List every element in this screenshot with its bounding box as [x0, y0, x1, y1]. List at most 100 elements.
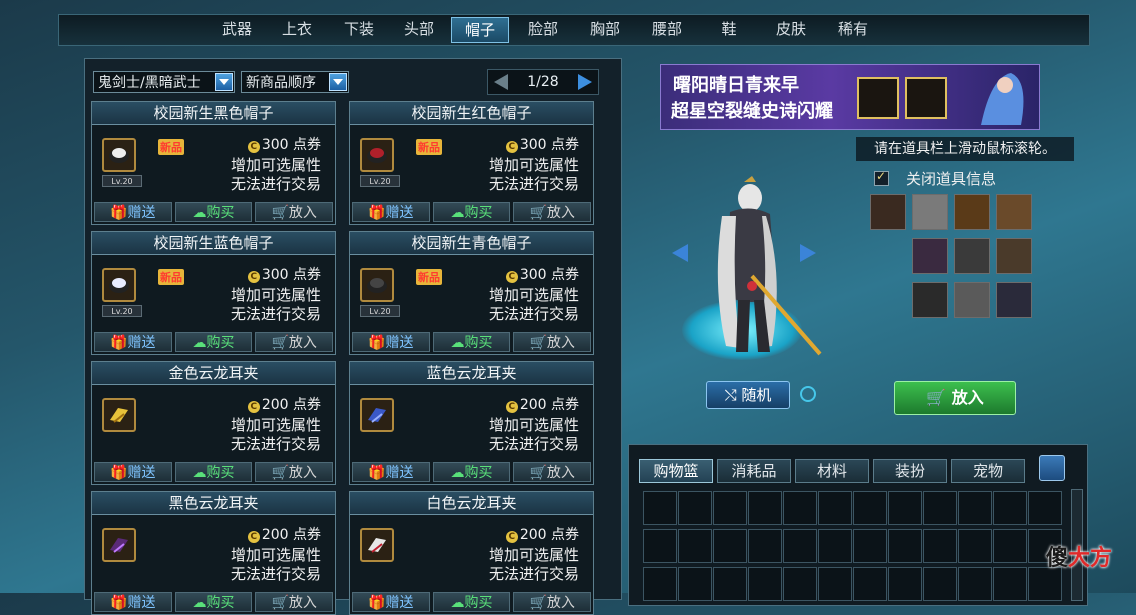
tab-weapon[interactable]: 武器 — [209, 17, 265, 41]
cart-slot[interactable] — [923, 529, 957, 563]
cart-slot[interactable] — [1028, 491, 1062, 525]
trash-icon[interactable] — [1039, 455, 1065, 481]
equip-slot[interactable] — [996, 238, 1032, 274]
gift-button[interactable]: 🎁赠送 — [352, 462, 430, 482]
put-in-button[interactable]: 🛒放入 — [255, 332, 334, 352]
item-card[interactable]: 校园新生红色帽子 Lv.20 新品 C 300 点券 增加可选属性 无法进行交易 … — [349, 101, 594, 225]
item-card[interactable]: 校园新生青色帽子 Lv.20 新品 C 300 点券 增加可选属性 无法进行交易 … — [349, 231, 594, 355]
tab-consumables[interactable]: 消耗品 — [717, 459, 791, 483]
chevron-down-icon[interactable] — [329, 73, 347, 91]
cart-slot[interactable] — [1028, 567, 1062, 601]
buy-button[interactable]: ☁购买 — [174, 332, 253, 352]
equip-slot[interactable] — [954, 282, 990, 318]
gift-button[interactable]: 🎁赠送 — [94, 462, 172, 482]
tab-top[interactable]: 上衣 — [269, 17, 325, 41]
equip-slot[interactable] — [870, 194, 906, 230]
put-in-main-button[interactable]: 🛒 放入 — [894, 381, 1016, 415]
put-in-button[interactable]: 🛒放入 — [255, 592, 334, 612]
buy-button[interactable]: ☁购买 — [174, 592, 253, 612]
gift-button[interactable]: 🎁赠送 — [94, 332, 172, 352]
cart-slot[interactable] — [643, 491, 677, 525]
tab-shoes[interactable]: 鞋 — [701, 17, 757, 41]
tab-costume[interactable]: 装扮 — [873, 459, 947, 483]
equip-slot[interactable] — [954, 238, 990, 274]
cart-slot[interactable] — [853, 491, 887, 525]
cart-slot[interactable] — [783, 491, 817, 525]
prev-page-icon[interactable] — [494, 74, 508, 90]
put-in-button[interactable]: 🛒放入 — [513, 462, 592, 482]
item-card[interactable]: 黑色云龙耳夹 C 200 点券 增加可选属性 无法进行交易 🎁赠送 ☁购买 🛒放入 — [91, 491, 336, 615]
cart-slot[interactable] — [643, 567, 677, 601]
tab-hat[interactable]: 帽子 — [451, 17, 509, 43]
tab-bottom[interactable]: 下装 — [331, 17, 387, 41]
cart-slot[interactable] — [748, 529, 782, 563]
cart-slot[interactable] — [783, 567, 817, 601]
cart-slot[interactable] — [783, 529, 817, 563]
equip-slot[interactable] — [912, 194, 948, 230]
tab-skin[interactable]: 皮肤 — [763, 17, 819, 41]
tab-waist[interactable]: 腰部 — [639, 17, 695, 41]
cart-slot[interactable] — [958, 491, 992, 525]
cart-slot[interactable] — [993, 567, 1027, 601]
cart-slot[interactable] — [888, 567, 922, 601]
cart-slot[interactable] — [993, 491, 1027, 525]
cart-slot[interactable] — [678, 491, 712, 525]
close-item-info-checkbox[interactable] — [874, 169, 889, 186]
tab-face[interactable]: 脸部 — [515, 17, 571, 41]
refresh-icon[interactable] — [800, 386, 816, 402]
cart-slot[interactable] — [888, 491, 922, 525]
equip-slot[interactable] — [996, 282, 1032, 318]
gift-button[interactable]: 🎁赠送 — [352, 592, 430, 612]
cart-slot[interactable] — [993, 529, 1027, 563]
cart-slot[interactable] — [748, 567, 782, 601]
rotate-left-icon[interactable] — [672, 244, 688, 262]
item-card[interactable]: 白色云龙耳夹 C 200 点券 增加可选属性 无法进行交易 🎁赠送 ☁购买 🛒放入 — [349, 491, 594, 615]
cart-slot[interactable] — [678, 529, 712, 563]
cart-slot[interactable] — [958, 567, 992, 601]
cart-slot[interactable] — [888, 529, 922, 563]
sort-dropdown[interactable]: 新商品顺序 — [241, 71, 349, 93]
cart-slot[interactable] — [818, 491, 852, 525]
tab-pet[interactable]: 宠物 — [951, 459, 1025, 483]
equip-slot[interactable] — [912, 238, 948, 274]
chevron-down-icon[interactable] — [215, 73, 233, 91]
promo-banner[interactable]: 曙阳晴日青来早 超星空裂缝史诗闪耀 — [660, 64, 1040, 130]
buy-button[interactable]: ☁购买 — [432, 462, 511, 482]
cart-slot[interactable] — [643, 529, 677, 563]
random-button[interactable]: ⤭ 随机 — [706, 381, 790, 409]
item-card[interactable]: 校园新生黑色帽子 Lv.20 新品 C 300 点券 增加可选属性 无法进行交易 … — [91, 101, 336, 225]
cart-slot[interactable] — [818, 567, 852, 601]
buy-button[interactable]: ☁购买 — [432, 592, 511, 612]
cart-slot[interactable] — [713, 491, 747, 525]
put-in-button[interactable]: 🛒放入 — [255, 462, 334, 482]
next-page-icon[interactable] — [578, 74, 592, 90]
cart-slot[interactable] — [853, 529, 887, 563]
tab-head[interactable]: 头部 — [391, 17, 447, 41]
item-card[interactable]: 蓝色云龙耳夹 C 200 点券 增加可选属性 无法进行交易 🎁赠送 ☁购买 🛒放入 — [349, 361, 594, 485]
buy-button[interactable]: ☁购买 — [432, 332, 511, 352]
put-in-button[interactable]: 🛒放入 — [513, 332, 592, 352]
equip-slot[interactable] — [996, 194, 1032, 230]
item-card[interactable]: 金色云龙耳夹 C 200 点券 增加可选属性 无法进行交易 🎁赠送 ☁购买 🛒放入 — [91, 361, 336, 485]
put-in-button[interactable]: 🛒放入 — [255, 202, 334, 222]
put-in-button[interactable]: 🛒放入 — [513, 202, 592, 222]
buy-button[interactable]: ☁购买 — [432, 202, 511, 222]
cart-slot[interactable] — [678, 567, 712, 601]
buy-button[interactable]: ☁购买 — [174, 462, 253, 482]
tab-rare[interactable]: 稀有 — [825, 17, 881, 41]
cart-slot[interactable] — [713, 529, 747, 563]
cart-slot[interactable] — [958, 529, 992, 563]
buy-button[interactable]: ☁购买 — [174, 202, 253, 222]
put-in-button[interactable]: 🛒放入 — [513, 592, 592, 612]
equip-slot[interactable] — [954, 194, 990, 230]
cart-slot[interactable] — [748, 491, 782, 525]
tab-cart[interactable]: 购物篮 — [639, 459, 713, 483]
cart-slot[interactable] — [818, 529, 852, 563]
tab-materials[interactable]: 材料 — [795, 459, 869, 483]
equip-slot[interactable] — [912, 282, 948, 318]
item-card[interactable]: 校园新生蓝色帽子 Lv.20 新品 C 300 点券 增加可选属性 无法进行交易 … — [91, 231, 336, 355]
cart-slot[interactable] — [713, 567, 747, 601]
cart-slot[interactable] — [853, 567, 887, 601]
character-dropdown[interactable]: 鬼剑士/黑暗武士 — [93, 71, 235, 93]
cart-slot[interactable] — [923, 491, 957, 525]
